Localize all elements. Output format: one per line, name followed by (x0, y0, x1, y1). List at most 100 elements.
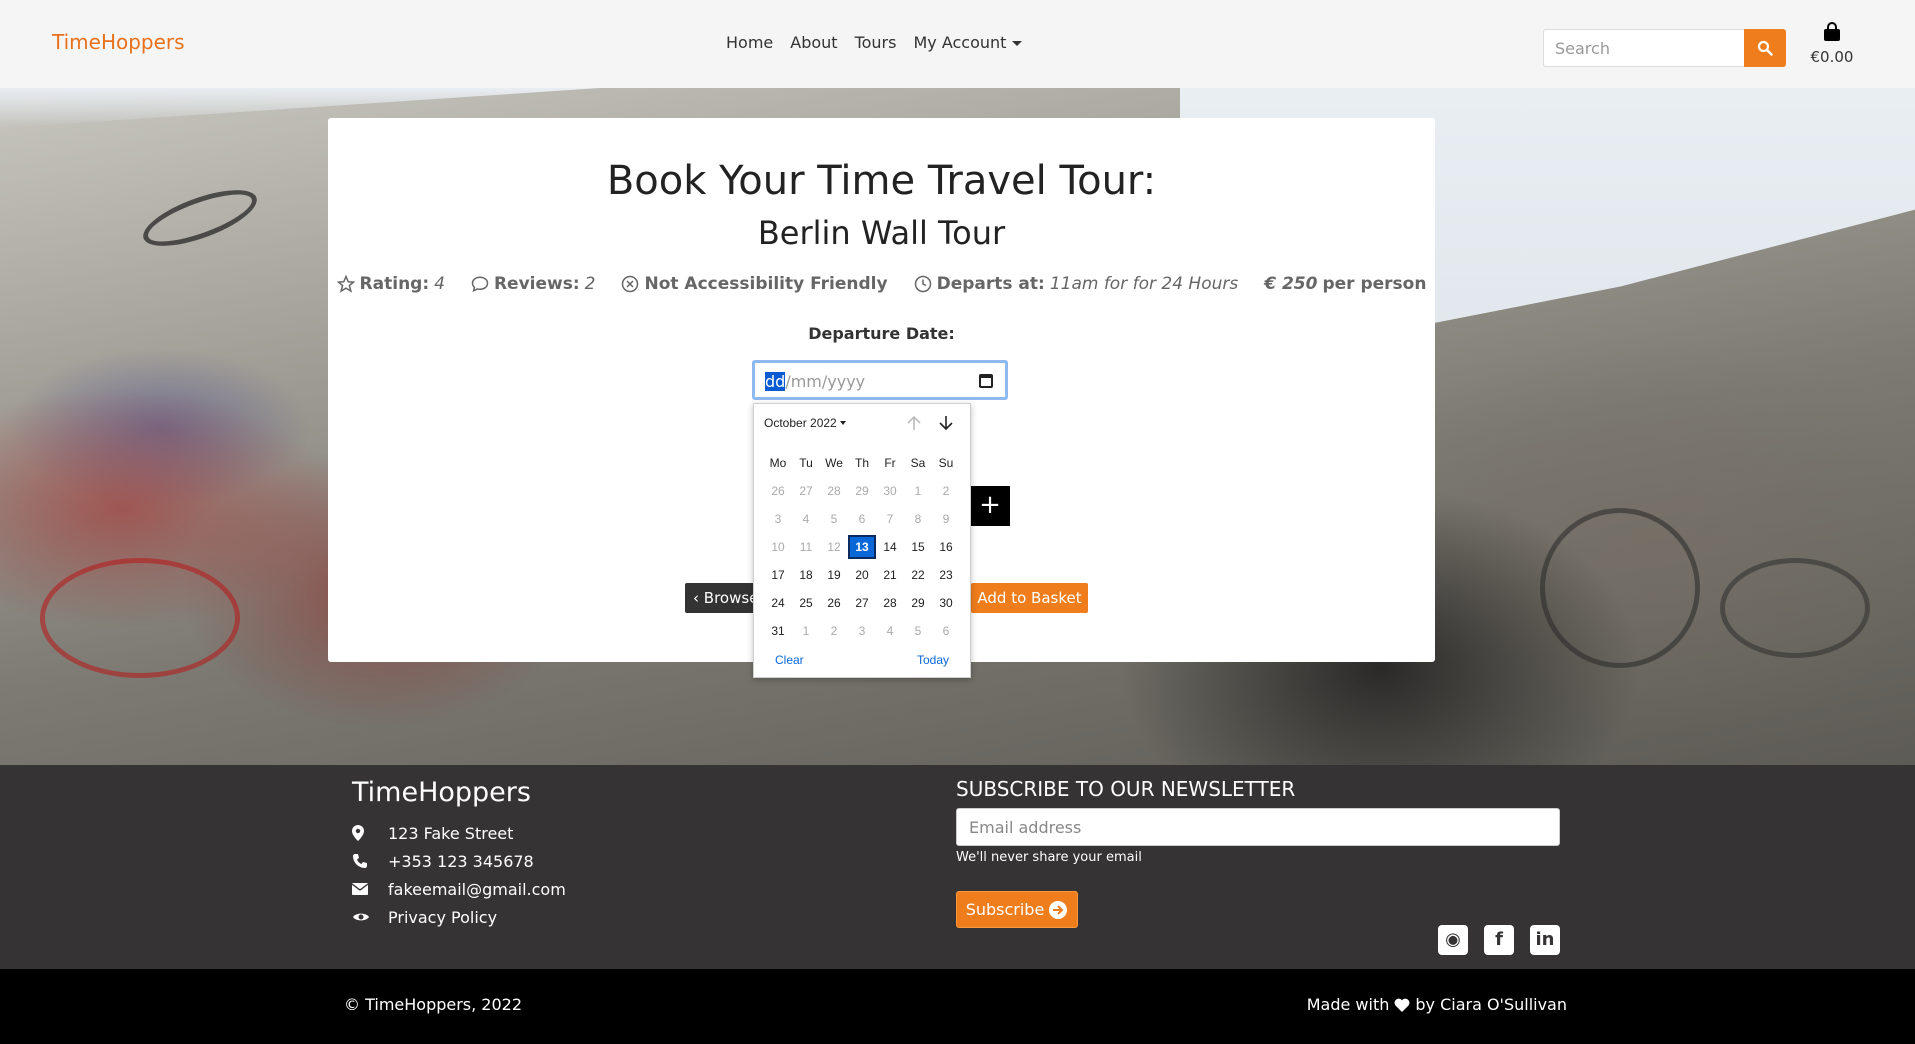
nav-about[interactable]: About (790, 33, 837, 52)
calendar-day[interactable]: 31 (764, 619, 792, 643)
calendar-day[interactable]: 20 (848, 563, 876, 587)
calendar-day-selected[interactable]: 13 (848, 535, 876, 559)
calendar-day[interactable]: 25 (792, 591, 820, 615)
nav-my-account[interactable]: My Account (913, 33, 1023, 52)
calendar-day[interactable]: 4 (876, 619, 904, 643)
calendar-week: 10 11 12 13 14 15 16 (764, 535, 964, 563)
weekday: We (825, 456, 843, 470)
page-title: Book Your Time Travel Tour: (606, 158, 1157, 204)
calendar-day[interactable]: 23 (932, 563, 960, 587)
basket-total: €0.00 (1810, 48, 1854, 66)
rating-info: Rating: 4 (336, 274, 445, 294)
calendar-day: 2 (942, 484, 950, 498)
newsletter-email-input[interactable] (956, 808, 1560, 846)
calendar-day: 28 (827, 484, 841, 498)
calendar-day[interactable]: 1 (792, 619, 820, 643)
calendar-day[interactable]: 3 (848, 619, 876, 643)
footer-brand: TimeHoppers (352, 777, 531, 808)
subscribe-button[interactable]: Subscribe (956, 891, 1078, 928)
calendar-week: 26 27 28 29 30 1 2 (764, 479, 964, 507)
calendar-day[interactable]: 6 (932, 619, 960, 643)
calendar-day[interactable]: 19 (820, 563, 848, 587)
month-select[interactable]: October 2022 (764, 416, 846, 430)
footer-address: 123 Fake Street (352, 819, 566, 847)
nav-home[interactable]: Home (726, 33, 773, 52)
calendar-day: 7 (886, 512, 894, 526)
basket-link[interactable]: €0.00 (1808, 22, 1856, 66)
weekday: Mo (769, 456, 787, 470)
caret-down-icon (1012, 41, 1023, 46)
calendar-day[interactable]: 24 (764, 591, 792, 615)
weekday: Tu (799, 456, 813, 470)
navbar: TimeHoppers Home About Tours My Account … (0, 0, 1915, 88)
calendar-day[interactable]: 27 (848, 591, 876, 615)
calendar-day[interactable]: 28 (876, 591, 904, 615)
calendar-week: 24 25 26 27 28 29 30 (764, 591, 964, 619)
reviews-value: 2 (584, 274, 596, 294)
date-picker-popup: October 2022 Mo Tu We Th Fr Sa Su 26 27 … (753, 403, 971, 678)
reviews-info: Reviews: 2 (471, 274, 596, 294)
linkedin-icon[interactable]: in (1530, 925, 1560, 955)
calendar-day[interactable]: 22 (904, 563, 932, 587)
weekday: Th (854, 456, 869, 470)
calendar-clear-button[interactable]: Clear (775, 653, 804, 667)
calendar-day[interactable]: 26 (820, 591, 848, 615)
calendar-day: 30 (883, 484, 897, 498)
facebook-icon[interactable]: f (1484, 925, 1514, 955)
calendar-day[interactable]: 5 (904, 619, 932, 643)
calendar-week: 3 4 5 6 7 8 9 (764, 507, 964, 535)
newsletter-title: SUBSCRIBE TO OUR NEWSLETTER (956, 777, 1296, 801)
date-day-segment[interactable]: dd (765, 372, 786, 391)
github-icon[interactable]: ◉ (1438, 925, 1468, 955)
privacy-policy-link[interactable]: Privacy Policy (388, 908, 497, 927)
email-text[interactable]: fakeemail@gmail.com (388, 880, 566, 899)
search-button[interactable] (1744, 29, 1786, 67)
made-prefix: Made with (1306, 995, 1390, 1014)
footer-email: fakeemail@gmail.com (352, 875, 566, 903)
calendar-day[interactable]: 18 (792, 563, 820, 587)
calendar-day[interactable]: 14 (876, 535, 904, 559)
date-rest-segment: /mm/yyyy (785, 372, 866, 391)
made-suffix[interactable]: by Ciara O'Sullivan (1415, 995, 1567, 1014)
search-form (1543, 29, 1786, 67)
arrow-down-icon[interactable] (938, 414, 954, 432)
rating-value: 4 (434, 274, 445, 294)
calendar-day[interactable]: 17 (764, 563, 792, 587)
calendar-week: 31 1 2 3 4 5 6 (764, 619, 964, 647)
address-text: 123 Fake Street (388, 823, 514, 843)
calendar-day[interactable]: 15 (904, 535, 932, 559)
tour-meta: Rating: 4 Reviews: 2 Not Accessibility F… (328, 274, 1435, 294)
calendar-day[interactable]: 16 (932, 535, 960, 559)
price-info: € 250 per person (1264, 274, 1426, 294)
add-to-basket-button[interactable]: Add to Basket (971, 583, 1088, 613)
social-links: ◉ f in (1438, 925, 1560, 955)
weekday: Su (938, 456, 954, 470)
arrow-up-icon[interactable] (906, 414, 922, 432)
calendar-day[interactable]: 29 (904, 591, 932, 615)
footer: TimeHoppers 123 Fake Street +353 123 345… (0, 765, 1915, 969)
brand-logo[interactable]: TimeHoppers (52, 30, 185, 54)
calendar-day[interactable]: 21 (876, 563, 904, 587)
search-input[interactable] (1543, 29, 1744, 67)
calendar-day: 10 (771, 540, 785, 554)
quantity-increase-button[interactable]: + (970, 486, 1010, 526)
nav-my-account-label: My Account (913, 33, 1007, 52)
footer-bottom-bar: © TimeHoppers, 2022 Made with by Ciara O… (0, 969, 1915, 1044)
calendar-day: 11 (799, 540, 813, 554)
weekday: Sa (910, 456, 926, 470)
weekday: Fr (884, 456, 896, 470)
graffiti-mark (40, 558, 240, 678)
calendar-icon[interactable] (979, 374, 993, 388)
calendar-day[interactable]: 2 (820, 619, 848, 643)
phone-text[interactable]: +353 123 345678 (388, 852, 534, 871)
departs-value: 11am for for 24 Hours (1049, 274, 1239, 294)
calendar-today-button[interactable]: Today (917, 653, 949, 667)
subscribe-label: Subscribe (965, 900, 1045, 919)
nav-tours[interactable]: Tours (855, 33, 897, 52)
price-suffix: per person (1322, 274, 1427, 294)
accessibility-info: Not Accessibility Friendly (621, 274, 888, 294)
shopping-bag-icon (1824, 22, 1840, 41)
made-with-credit: Made with by Ciara O'Sullivan (1307, 995, 1567, 1014)
calendar-day[interactable]: 30 (932, 591, 960, 615)
departure-date-input[interactable]: dd/mm/yyyy (752, 360, 1008, 400)
